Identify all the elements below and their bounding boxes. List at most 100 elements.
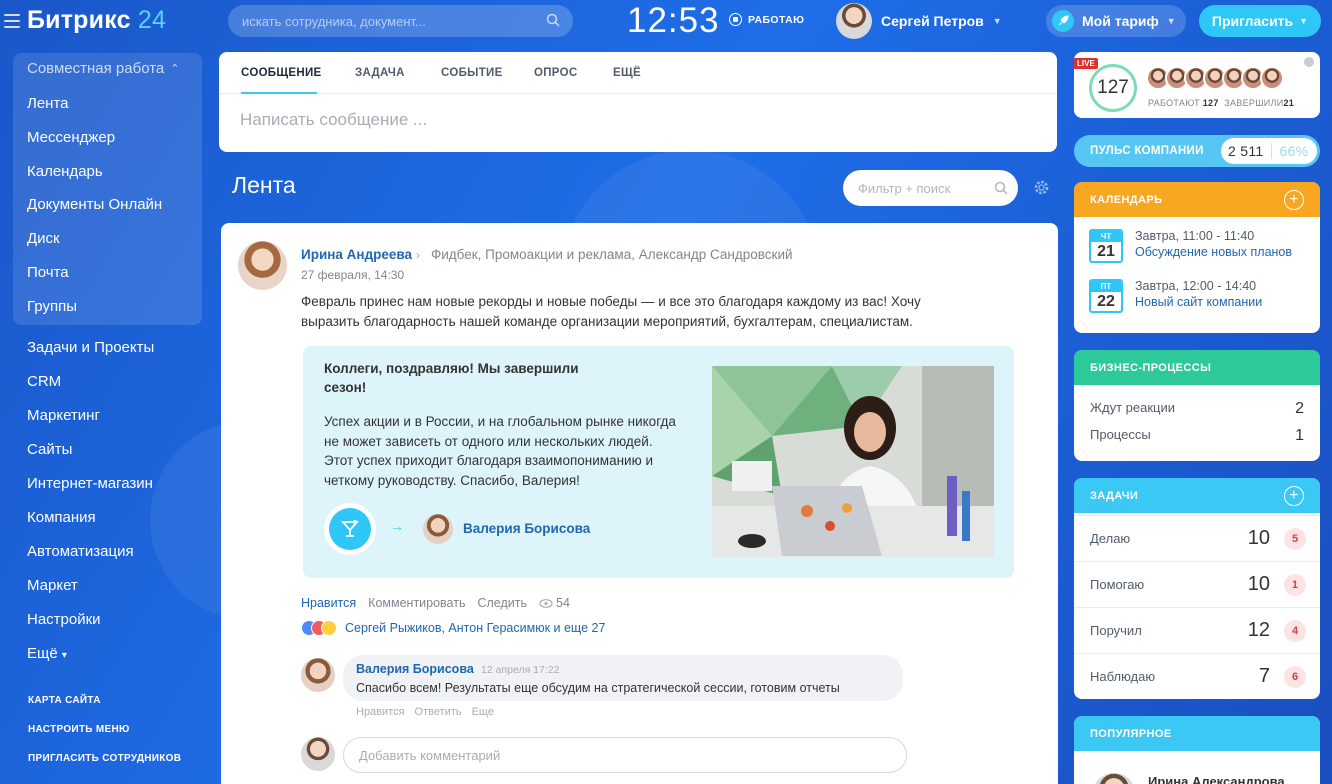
sidebar-item-disk[interactable]: Диск — [27, 230, 60, 247]
task-label: Наблюдаю — [1090, 669, 1156, 684]
sidebar-item-settings[interactable]: Настройки — [27, 611, 101, 628]
tab-more[interactable]: ЕЩЁ — [613, 67, 641, 79]
sidebar-item-more[interactable]: Ещё ▾ — [27, 645, 67, 662]
avatar[interactable] — [238, 241, 287, 290]
gratitude-card: Коллеги, поздравляю! Мы завершили сезон!… — [303, 346, 1014, 578]
event-time: Завтра, 12:00 - 14:40 — [1135, 279, 1257, 293]
sidebar-item-shop[interactable]: Интернет-магазин — [27, 475, 153, 492]
plus-icon[interactable]: + — [1284, 485, 1304, 506]
likers-row[interactable]: Сергей Рыжиков, Антон Герасимюк и еще 27 — [301, 620, 605, 636]
bp-value: 2 — [1295, 400, 1304, 417]
configure-menu-link[interactable]: НАСТРОИТЬ МЕНЮ — [28, 724, 130, 735]
tariff-button[interactable]: Мой тариф ▼ — [1046, 5, 1186, 37]
laugh-icon — [321, 620, 337, 636]
invite-button[interactable]: Пригласить ▼ — [1199, 5, 1321, 37]
task-row[interactable]: Наблюдаю 7 6 — [1074, 653, 1320, 699]
tasks-header: ЗАДАЧИ + — [1074, 478, 1320, 513]
task-row[interactable]: Делаю 10 5 — [1074, 515, 1320, 561]
search-input[interactable] — [228, 5, 573, 37]
sidebar-group-title[interactable]: Совместная работа ⌃ — [27, 60, 179, 77]
task-row[interactable]: Помогаю 10 1 — [1074, 561, 1320, 607]
message-input[interactable]: Написать сообщение ... — [240, 110, 427, 130]
feed-post: Ирина Андреева › Фидбек, Промоакции и рек… — [221, 223, 1058, 784]
add-comment-field[interactable] — [343, 737, 907, 773]
sidebar-item-groups[interactable]: Группы — [27, 298, 77, 315]
avatar[interactable] — [301, 658, 335, 692]
event-title[interactable]: Новый сайт компании — [1135, 295, 1262, 309]
task-label: Делаю — [1090, 531, 1131, 546]
views-counter[interactable]: 54 — [539, 596, 570, 610]
sidebar-item-sites[interactable]: Сайты — [27, 441, 72, 458]
post-author[interactable]: Ирина Андреева › — [301, 247, 420, 262]
comment-reply-button[interactable]: Ответить — [415, 706, 462, 718]
post-composer: СООБЩЕНИЕ ЗАДАЧА СОБЫТИЕ ОПРОС ЕЩЁ Напис… — [219, 52, 1057, 152]
user-menu[interactable]: Сергей Петров ▼ — [836, 3, 1002, 39]
tab-message[interactable]: СООБЩЕНИЕ — [241, 67, 322, 79]
sidebar-item-mail[interactable]: Почта — [27, 264, 69, 281]
sidebar-item-market[interactable]: Маркет — [27, 577, 78, 594]
event-title[interactable]: Обсуждение новых планов — [1135, 245, 1292, 259]
event-day: 22 — [1097, 293, 1115, 310]
like-button[interactable]: Нравится — [301, 596, 356, 610]
online-widget[interactable]: LIVE 127 РАБОТАЮТ 127 ЗАВЕРШИЛИ21 — [1074, 52, 1320, 118]
sidebar-item-tasks[interactable]: Задачи и Проекты — [27, 339, 154, 356]
tab-event[interactable]: СОБЫТИЕ — [441, 67, 503, 79]
logo[interactable]: Битрикс 24 — [27, 6, 166, 35]
comment-more-button[interactable]: Еще — [472, 706, 494, 718]
sidebar-item-marketing[interactable]: Маркетинг — [27, 407, 100, 424]
bp-row[interactable]: Ждут реакции 2 — [1090, 400, 1304, 418]
task-count: 10 — [1247, 527, 1270, 549]
post-recipients[interactable]: Фидбек, Промоакции и реклама, Александр … — [431, 247, 793, 262]
post-date[interactable]: 27 февраля, 14:30 — [301, 268, 404, 282]
online-counter: 127 — [1089, 64, 1137, 112]
sidebar-item-feed[interactable]: Лента — [27, 95, 69, 112]
gear-icon[interactable] — [1033, 179, 1050, 196]
post-actions: Нравится Комментировать Следить 54 — [301, 596, 570, 610]
invite-employees-link[interactable]: ПРИГЛАСИТЬ СОТРУДНИКОВ — [28, 753, 181, 764]
card-person[interactable]: Валерия Борисова — [463, 521, 590, 536]
sidebar-item-automation[interactable]: Автоматизация — [27, 543, 134, 560]
sidebar-item-calendar[interactable]: Календарь — [27, 163, 103, 180]
working-count: 127 — [1202, 98, 1219, 108]
avatar[interactable] — [1092, 773, 1136, 784]
follow-button[interactable]: Следить — [477, 596, 527, 610]
user-name: Сергей Петров — [881, 13, 984, 29]
avatar — [836, 3, 872, 39]
event-dow: ЧТ — [1091, 231, 1121, 242]
filter-input[interactable] — [843, 170, 1018, 206]
chevron-down-icon: ▼ — [1166, 16, 1176, 26]
tab-task[interactable]: ЗАДАЧА — [355, 67, 405, 79]
work-status-button[interactable]: РАБОТАЮ — [729, 13, 804, 26]
task-count: 12 — [1247, 619, 1270, 641]
add-comment-input[interactable] — [344, 738, 906, 772]
calendar-header: КАЛЕНДАРЬ + — [1074, 182, 1320, 217]
global-search[interactable] — [228, 5, 573, 37]
reaction-icons — [301, 620, 337, 636]
plus-icon[interactable]: + — [1284, 189, 1304, 210]
pulse-count: 2 511 — [1221, 143, 1272, 159]
feed-filter[interactable] — [843, 170, 1018, 206]
comment-like-button[interactable]: Нравится — [356, 706, 405, 718]
sitemap-link[interactable]: КАРТА САЙТА — [28, 695, 101, 706]
sidebar-item-crm[interactable]: CRM — [27, 373, 61, 390]
comment-author[interactable]: Валерия Борисова — [356, 662, 474, 676]
sidebar-item-messenger[interactable]: Мессенджер — [27, 129, 115, 146]
company-pulse[interactable]: ПУЛЬС КОМПАНИИ 2 511 66% — [1074, 135, 1320, 167]
bp-row[interactable]: Процессы 1 — [1090, 427, 1304, 445]
calendar-event[interactable]: ЧТ 21 Завтра, 11:00 - 11:40 Обсуждение нов… — [1089, 229, 1292, 263]
close-icon[interactable] — [1304, 57, 1314, 67]
calendar-event[interactable]: ПТ 22 Завтра, 12:00 - 14:40 Новый сайт ком… — [1089, 279, 1262, 313]
sidebar-item-company[interactable]: Компания — [27, 509, 96, 526]
popular-title: ПОПУЛЯРНОЕ — [1090, 727, 1172, 740]
tab-poll[interactable]: ОПРОС — [534, 67, 577, 79]
composer-tabs: СООБЩЕНИЕ ЗАДАЧА СОБЫТИЕ ОПРОС ЕЩЁ — [219, 52, 1057, 94]
task-row[interactable]: Поручил 12 4 — [1074, 607, 1320, 653]
sidebar-item-documents[interactable]: Документы Онлайн — [27, 196, 162, 213]
menu-icon[interactable] — [4, 14, 20, 28]
comment-actions: Нравится Ответить Еще — [356, 706, 494, 718]
popular-name[interactable]: Ирина Александрова — [1148, 774, 1285, 784]
post-photo[interactable] — [712, 366, 994, 557]
avatar[interactable] — [423, 514, 453, 544]
comment-button[interactable]: Комментировать — [368, 596, 465, 610]
business-processes-widget: БИЗНЕС-ПРОЦЕССЫ Ждут реакции 2 Процессы 1 — [1074, 350, 1320, 461]
